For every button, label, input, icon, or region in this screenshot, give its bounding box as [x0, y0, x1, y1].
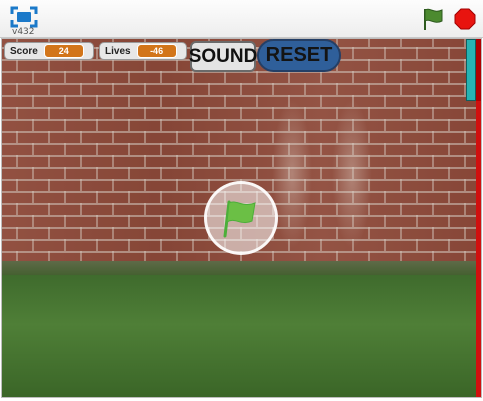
play-overlay-button[interactable] [204, 181, 278, 255]
sound-button[interactable]: SOUND [189, 41, 257, 72]
version-label: v432 [12, 27, 35, 37]
score-value: 24 [43, 44, 84, 58]
wall-stain [332, 99, 372, 249]
grass-backdrop [2, 275, 481, 397]
lives-value: -46 [136, 44, 177, 58]
project-player: v432 Score 24 Lives -46 SOUND RESET [0, 0, 483, 401]
score-label: Score [10, 45, 38, 57]
paddle-sprite[interactable] [466, 39, 476, 101]
right-wall [476, 101, 481, 397]
lives-monitor: Lives -46 [99, 42, 187, 60]
stop-button[interactable] [454, 8, 476, 30]
right-wall-top [476, 39, 481, 101]
fullscreen-button[interactable] [10, 6, 38, 28]
game-stage[interactable]: Score 24 Lives -46 SOUND RESET [1, 38, 482, 398]
fullscreen-icon [10, 6, 38, 28]
stop-sign-icon [454, 8, 476, 30]
wall-stain [272, 99, 312, 249]
reset-button[interactable]: RESET [257, 39, 341, 72]
green-flag-button[interactable] [420, 6, 446, 32]
score-monitor: Score 24 [4, 42, 94, 60]
green-flag-icon [424, 8, 443, 30]
player-toolbar: v432 [0, 0, 483, 38]
lives-label: Lives [105, 45, 131, 57]
green-flag-icon [223, 200, 256, 238]
